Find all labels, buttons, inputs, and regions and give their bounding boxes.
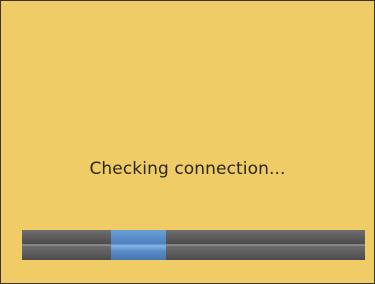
connection-dialog: Checking connection... [0,0,375,284]
status-message: Checking connection... [89,159,286,179]
progress-indicator [111,230,166,260]
progress-bar [22,230,365,260]
